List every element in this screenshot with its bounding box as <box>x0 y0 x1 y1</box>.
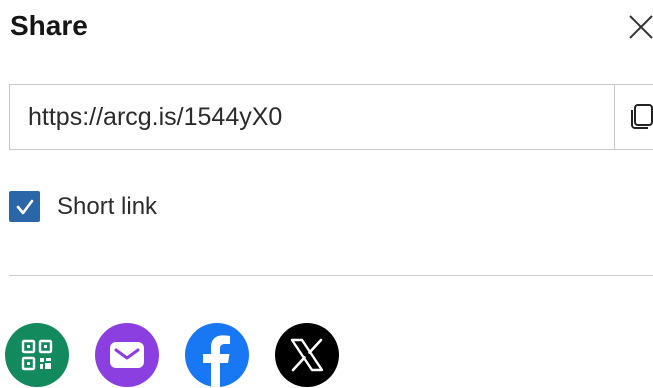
email-share-button[interactable] <box>95 323 159 387</box>
dialog-title: Share <box>10 10 88 41</box>
qr-code-icon <box>21 339 53 371</box>
close-icon <box>629 15 653 39</box>
close-button[interactable] <box>624 10 653 42</box>
checkmark-icon <box>16 199 33 214</box>
email-icon <box>110 342 144 368</box>
facebook-share-button[interactable] <box>185 323 249 387</box>
share-link-input[interactable] <box>10 85 614 149</box>
share-link-field <box>9 84 653 150</box>
x-share-button[interactable] <box>275 323 339 387</box>
share-dialog: Share Short link <box>0 0 653 388</box>
short-link-label: Short link <box>57 192 158 220</box>
facebook-icon <box>203 335 230 387</box>
copy-icon <box>631 104 653 129</box>
qr-code-button[interactable] <box>5 323 69 387</box>
divider <box>9 275 653 276</box>
short-link-toggle[interactable]: Short link <box>9 191 157 222</box>
short-link-checkbox[interactable] <box>9 191 40 222</box>
copy-link-button[interactable] <box>614 85 653 149</box>
share-options <box>5 323 365 387</box>
x-icon <box>290 338 324 372</box>
